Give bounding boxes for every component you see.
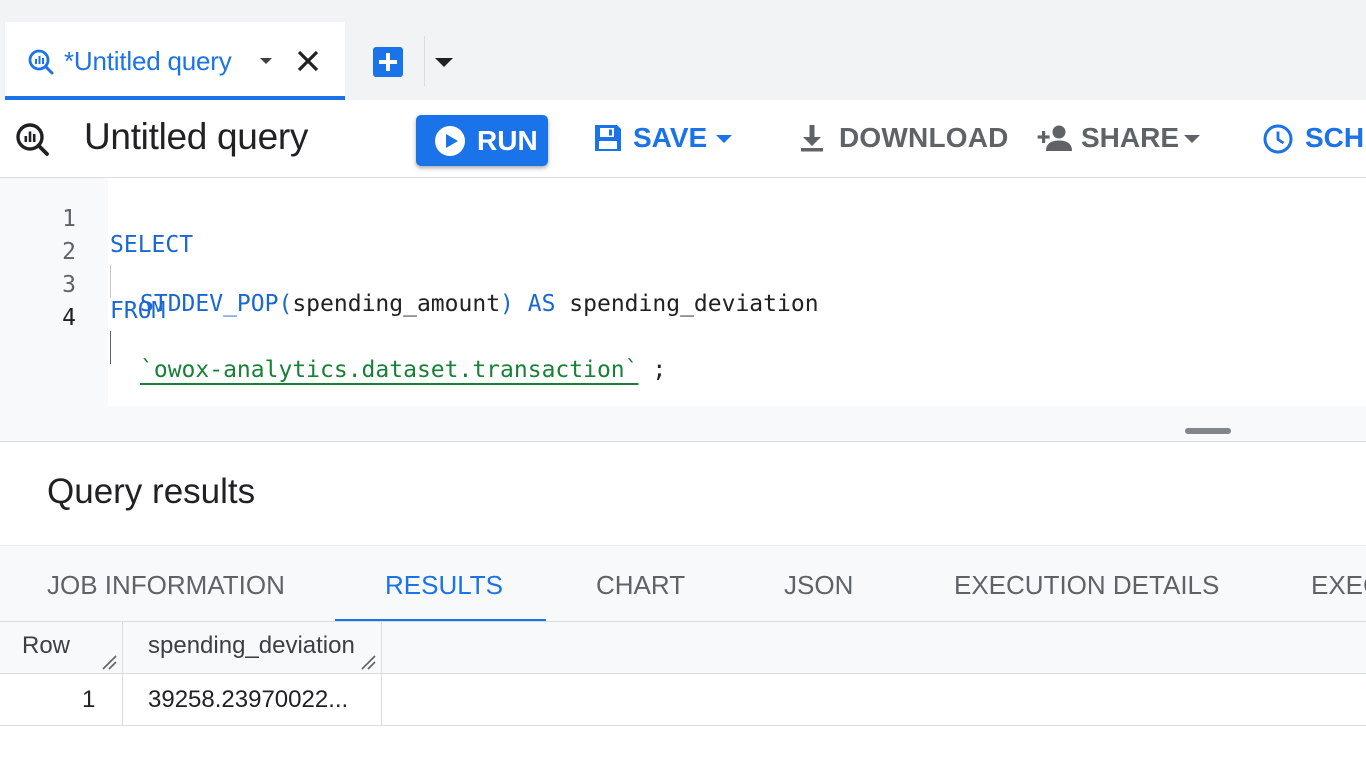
query-toolbar: Untitled query RUN SAVE DOWNLOAD SHARE S…: [0, 100, 1366, 178]
column-resize-icon[interactable]: [360, 654, 376, 670]
tab-label: CHART: [596, 570, 686, 600]
results-tabs: JOB INFORMATION RESULTS CHART JSON EXECU…: [0, 545, 1366, 622]
code-line: 2 STDDEV_POP(spending_amount) AS spendin…: [0, 213, 1366, 317]
tab-menu-caret-icon[interactable]: [257, 52, 275, 70]
tab-label: JSON: [784, 570, 854, 600]
sql-editor[interactable]: 1 SELECT 2 STDDEV_POP(spending_amount) A…: [0, 178, 1366, 442]
column-resize-icon[interactable]: [101, 654, 117, 670]
run-button-label: RUN: [477, 125, 538, 156]
tab-results[interactable]: RESULTS: [335, 546, 546, 621]
tab-label: RESULTS: [385, 570, 503, 600]
column-divider: [381, 622, 382, 674]
code-line: 4 `owox-analytics.dataset.transaction` ;: [0, 279, 1366, 383]
column-header-row: Row: [22, 632, 71, 659]
chevron-down-icon[interactable]: [432, 52, 456, 72]
save-icon: [595, 125, 621, 151]
tab-untitled-query[interactable]: *Untitled query: [5, 22, 345, 100]
save-button-label: SAVE: [633, 122, 708, 153]
query-icon: [16, 123, 49, 156]
tab-label: EXEC: [1311, 570, 1366, 600]
results-title: Query results: [47, 472, 256, 511]
results-table-header: Row spending_deviation: [0, 622, 1366, 674]
column-header-spending-deviation[interactable]: spending_deviation: [148, 632, 355, 660]
person-add-icon: [1037, 125, 1072, 151]
column-divider: [122, 622, 123, 674]
share-button-label: SHARE: [1081, 122, 1180, 153]
query-icon: [28, 49, 54, 75]
code-line: 1 SELECT: [0, 180, 1366, 258]
punct-token: ;: [638, 357, 667, 383]
play-icon: [435, 126, 465, 156]
tab-divider: [424, 36, 425, 86]
close-icon[interactable]: [293, 46, 323, 76]
table-row[interactable]: 1 39258.23970022...: [0, 674, 1366, 726]
tab-label: *Untitled query: [64, 46, 232, 76]
query-tab-strip: *Untitled query: [0, 0, 1366, 100]
tab-label: JOB INFORMATION: [47, 570, 285, 600]
column-divider: [381, 674, 382, 726]
chevron-down-icon: [1184, 135, 1200, 143]
table-reference-token[interactable]: `owox-analytics.dataset.transaction`: [140, 357, 639, 383]
run-button[interactable]: RUN: [416, 115, 548, 166]
code-line: 3 FROM: [0, 246, 1366, 324]
page-title: Untitled query: [84, 116, 309, 157]
clock-icon: [1263, 124, 1293, 154]
download-icon: [801, 125, 823, 152]
add-tab-icon[interactable]: [372, 46, 404, 78]
schedule-button-label: SCHE: [1305, 122, 1366, 153]
tab-label: EXECUTION DETAILS: [954, 570, 1220, 600]
indent-guide: [110, 331, 111, 364]
code-text: `owox-analytics.dataset.transaction` ;: [140, 357, 666, 383]
row-number-cell: 1: [82, 686, 96, 713]
spending-deviation-cell[interactable]: 39258.23970022...: [148, 686, 348, 714]
download-button-label: DOWNLOAD: [839, 122, 1009, 153]
editor-resize-handle[interactable]: [1185, 428, 1231, 434]
column-divider: [122, 674, 123, 726]
line-number: 4: [62, 305, 76, 331]
chevron-down-icon: [716, 135, 732, 143]
